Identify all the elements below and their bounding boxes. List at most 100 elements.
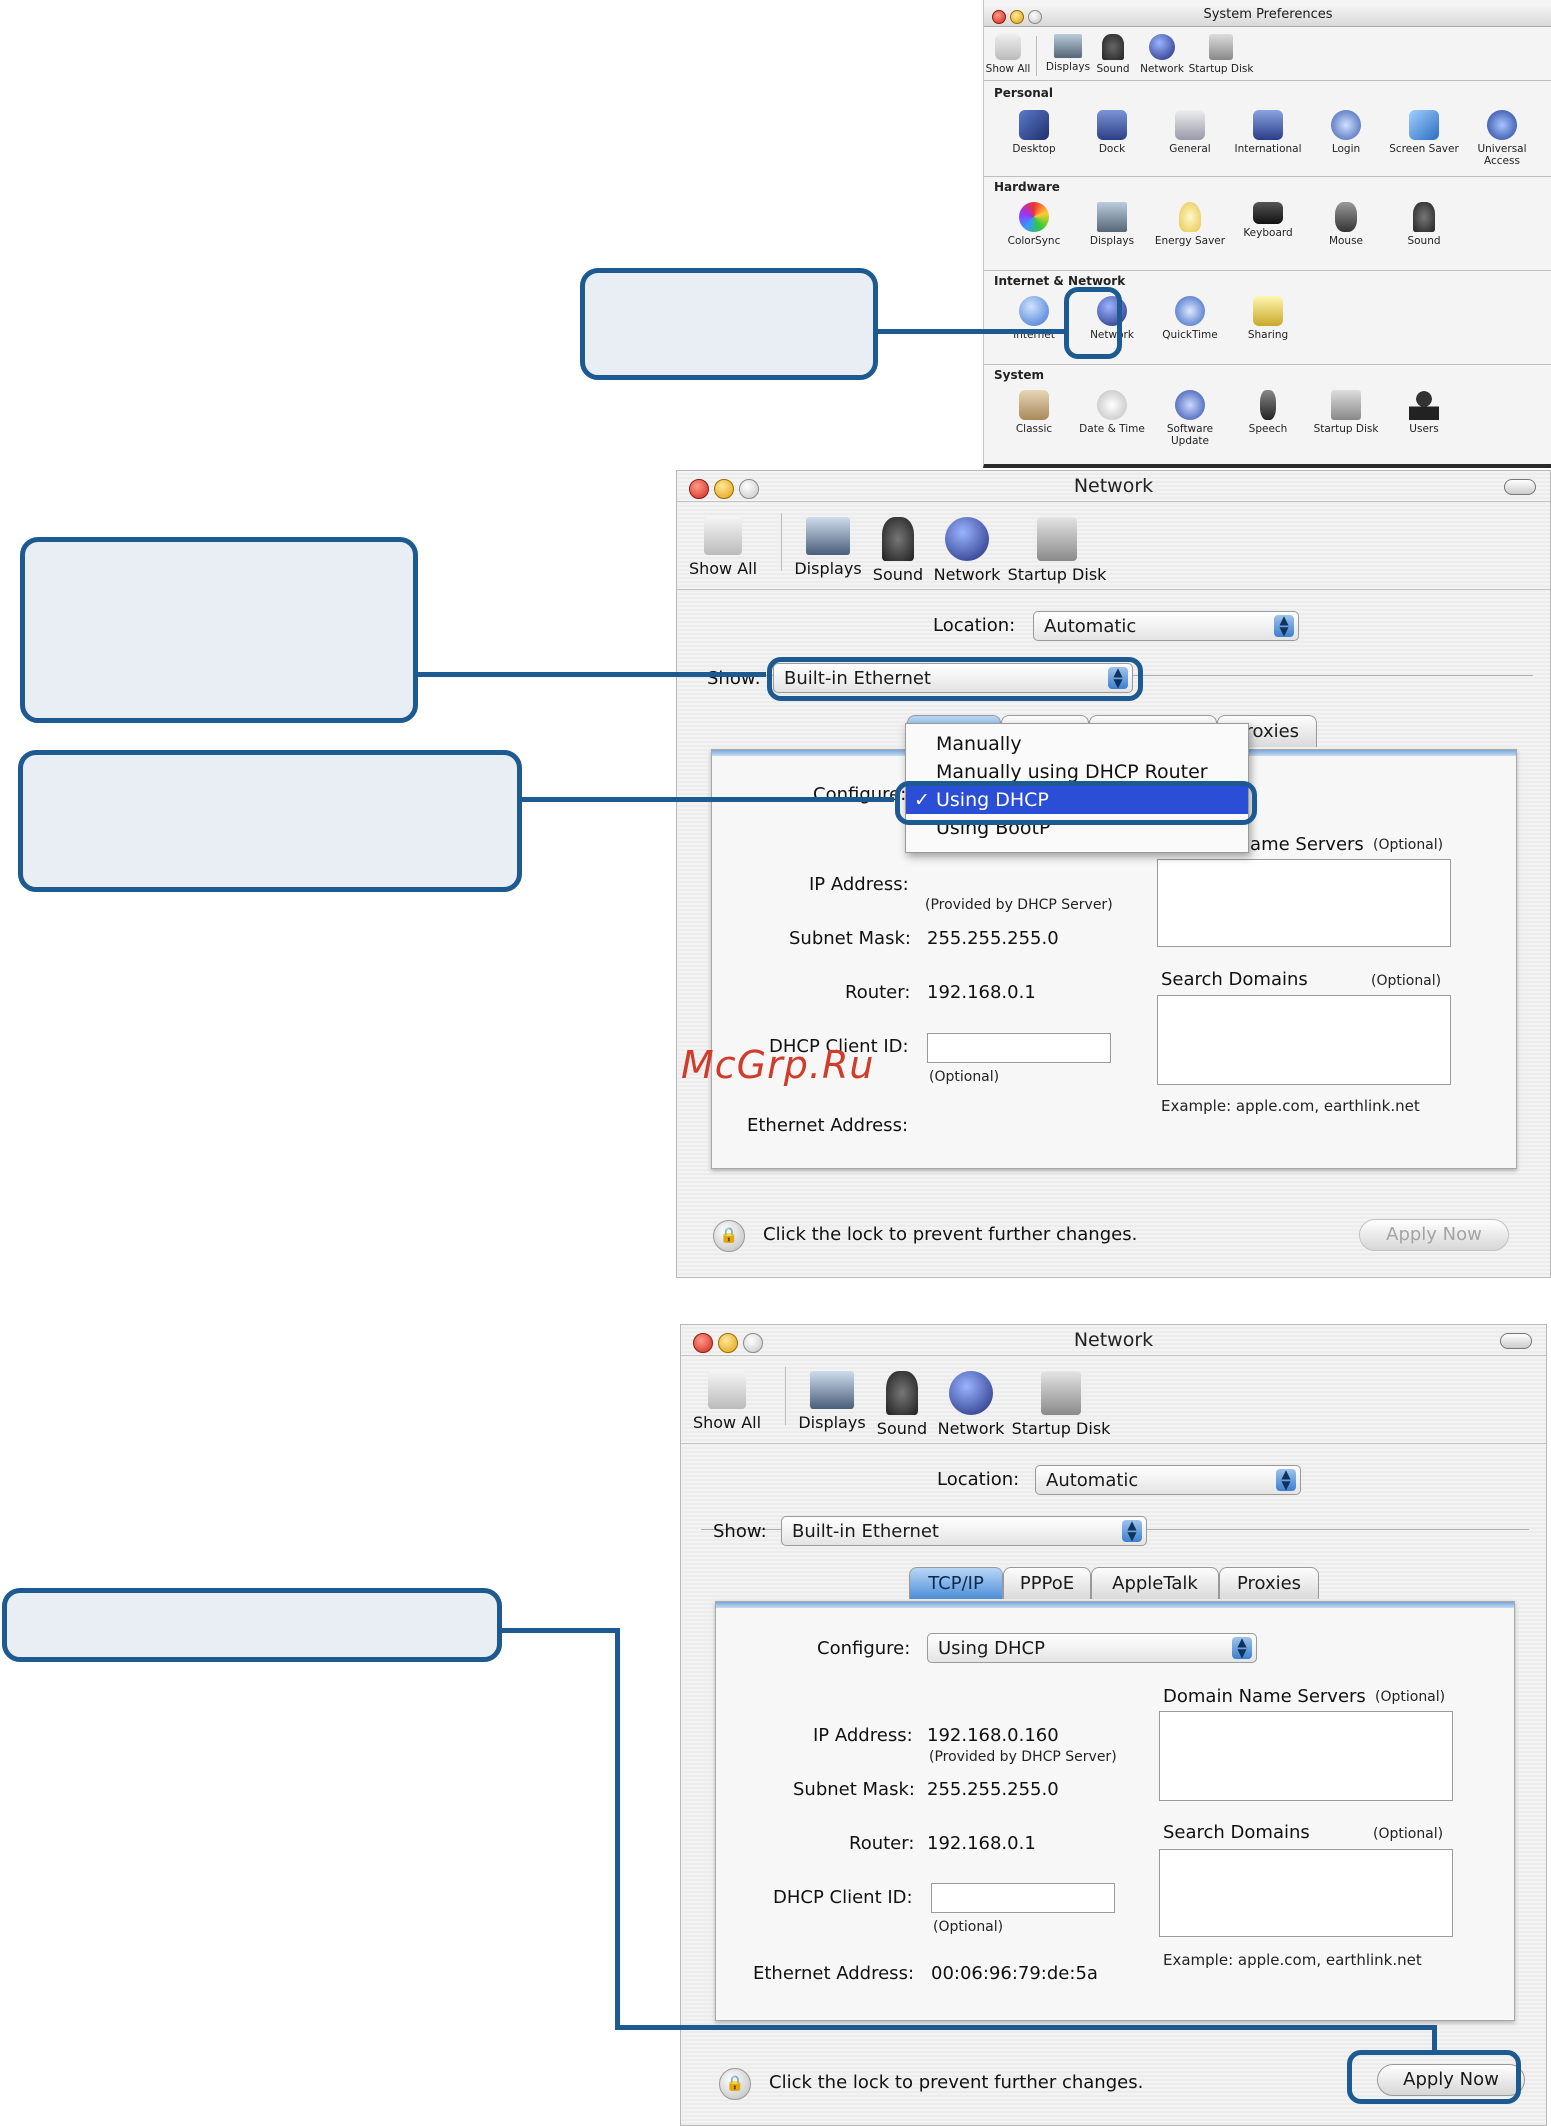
show-select[interactable]: Built-in Ethernet ▲ ▼ <box>781 1516 1147 1546</box>
stepper-arrows-icon: ▲ ▼ <box>1122 1519 1142 1542</box>
pref-desktop[interactable]: Desktop <box>996 110 1072 155</box>
pref-software-update[interactable]: Software Update <box>1152 390 1228 447</box>
colorsync-icon <box>1019 202 1049 232</box>
pref-login[interactable]: Login <box>1308 110 1384 155</box>
pref-keyboard[interactable]: Keyboard <box>1230 202 1306 239</box>
pref-quicktime[interactable]: QuickTime <box>1152 296 1228 341</box>
toolbar-sound[interactable]: Sound <box>867 517 929 584</box>
close-icon[interactable] <box>992 10 1006 24</box>
pref-internet[interactable]: Internet <box>996 296 1072 341</box>
location-select[interactable]: Automatic ▲ ▼ <box>1035 1465 1301 1495</box>
pref-speech[interactable]: Speech <box>1230 390 1306 435</box>
search-domains-field[interactable] <box>1157 995 1451 1085</box>
pref-users[interactable]: Users <box>1386 390 1462 435</box>
minimize-icon[interactable] <box>1010 10 1024 24</box>
section-hardware-items: ColorSync Displays Energy Saver Keyboard… <box>984 198 1551 264</box>
globe-icon <box>945 517 989 561</box>
toolbar-show-all[interactable]: Show All <box>687 517 759 578</box>
pref-sound[interactable]: Sound <box>1386 202 1462 247</box>
close-icon[interactable] <box>693 1333 713 1353</box>
sysprefs-toolbar-network[interactable]: Network <box>1136 34 1188 75</box>
toolbar-separator <box>1036 36 1037 76</box>
lock-icon[interactable]: 🔒 <box>713 1220 745 1252</box>
pref-dock[interactable]: Dock <box>1074 110 1150 155</box>
pref-classic[interactable]: Classic <box>996 390 1072 435</box>
router-value: 192.168.0.1 <box>927 1833 1036 1854</box>
ip-value: 192.168.0.160 <box>927 1725 1059 1746</box>
toolbar-label: Network <box>933 565 1001 584</box>
dhcp-client-field[interactable] <box>931 1883 1115 1913</box>
pref-international[interactable]: International <box>1230 110 1306 155</box>
pref-energy-saver[interactable]: Energy Saver <box>1152 202 1228 247</box>
callout-connector <box>615 1628 620 2030</box>
toolbar-displays[interactable]: Displays <box>793 1371 871 1432</box>
tab-tcpip[interactable]: TCP/IP <box>909 1567 1003 1599</box>
tab-appletalk[interactable]: AppleTalk <box>1091 1567 1219 1599</box>
configure-select[interactable]: Using DHCP ▲ ▼ <box>927 1633 1257 1663</box>
toolbar-startup-disk[interactable]: Startup Disk <box>1009 1371 1113 1438</box>
minimize-icon[interactable] <box>714 479 734 499</box>
toolbar-label: Sound <box>876 1419 928 1438</box>
pref-mouse[interactable]: Mouse <box>1308 202 1384 247</box>
toolbar-network[interactable]: Network <box>929 517 1005 584</box>
toolbar-toggle-button[interactable] <box>1504 479 1536 495</box>
ethernet-label: Ethernet Address: <box>747 1115 909 1136</box>
pref-label: Date & Time <box>1079 423 1145 435</box>
menu-item-manually[interactable]: Manually <box>906 730 1248 758</box>
apply-now-button[interactable]: Apply Now <box>1359 1219 1509 1251</box>
display-icon <box>1054 34 1082 58</box>
show-select-highlight <box>767 657 1143 701</box>
sysprefs-toolbar-show-all[interactable]: Show All <box>980 34 1036 75</box>
toolbar-label: Show All <box>692 1413 762 1432</box>
search-domains-field[interactable] <box>1159 1849 1453 1937</box>
sysprefs-toolbar-sound[interactable]: Sound <box>1090 34 1136 75</box>
tab-pppoe[interactable]: PPPoE <box>1003 1567 1091 1599</box>
zoom-icon[interactable] <box>1028 10 1042 24</box>
window-controls <box>689 479 764 503</box>
toolbar-network[interactable]: Network <box>933 1371 1009 1438</box>
toolbar-separator <box>781 513 782 571</box>
pref-colorsync[interactable]: ColorSync <box>996 202 1072 247</box>
sysprefs-toolbar-displays[interactable]: Displays <box>1042 34 1094 73</box>
lock-icon[interactable]: 🔒 <box>719 2068 751 2100</box>
tab-proxies[interactable]: Proxies <box>1219 1567 1319 1599</box>
toolbar-label: Displays <box>798 1413 866 1432</box>
pref-label: Displays <box>1089 235 1135 247</box>
speaker-icon <box>882 517 914 561</box>
dns-field[interactable] <box>1157 859 1451 947</box>
pref-displays[interactable]: Displays <box>1074 202 1150 247</box>
clock-icon <box>1097 390 1127 420</box>
pref-label: Sharing <box>1247 329 1289 341</box>
dhcp-client-field[interactable] <box>927 1033 1111 1063</box>
pref-screen-saver[interactable]: Screen Saver <box>1386 110 1462 155</box>
callout-connector <box>502 1628 620 1633</box>
pref-sharing[interactable]: Sharing <box>1230 296 1306 341</box>
section-hardware: Hardware <box>994 180 1060 194</box>
sysprefs-toolbar-startup-disk[interactable]: Startup Disk <box>1184 34 1258 75</box>
pref-label: General <box>1169 143 1211 155</box>
location-label: Location: <box>937 1469 1020 1490</box>
close-icon[interactable] <box>689 479 709 499</box>
dns-field[interactable] <box>1159 1711 1453 1801</box>
pref-universal-access[interactable]: Universal Access <box>1464 110 1540 167</box>
location-select[interactable]: Automatic ▲ ▼ <box>1033 611 1299 641</box>
pref-label: Mouse <box>1328 235 1364 247</box>
pref-date-time[interactable]: Date & Time <box>1074 390 1150 435</box>
zoom-icon[interactable] <box>739 479 759 499</box>
divider <box>984 176 1551 177</box>
callout-box-network <box>580 268 878 380</box>
toolbar-sound[interactable]: Sound <box>871 1371 933 1438</box>
toolbar-show-all[interactable]: Show All <box>691 1371 763 1432</box>
pref-startup-disk[interactable]: Startup Disk <box>1308 390 1384 435</box>
dns-label: Domain Name Servers <box>1163 1686 1366 1707</box>
general-icon <box>1175 110 1205 140</box>
pref-general[interactable]: General <box>1152 110 1228 155</box>
toolbar-startup-disk[interactable]: Startup Disk <box>1005 517 1109 584</box>
toolbar-toggle-button[interactable] <box>1500 1333 1532 1349</box>
globe-icon <box>949 1371 993 1415</box>
toolbar-displays[interactable]: Displays <box>789 517 867 578</box>
divider <box>677 589 1550 590</box>
divider <box>681 1443 1546 1444</box>
zoom-icon[interactable] <box>743 1333 763 1353</box>
minimize-icon[interactable] <box>718 1333 738 1353</box>
